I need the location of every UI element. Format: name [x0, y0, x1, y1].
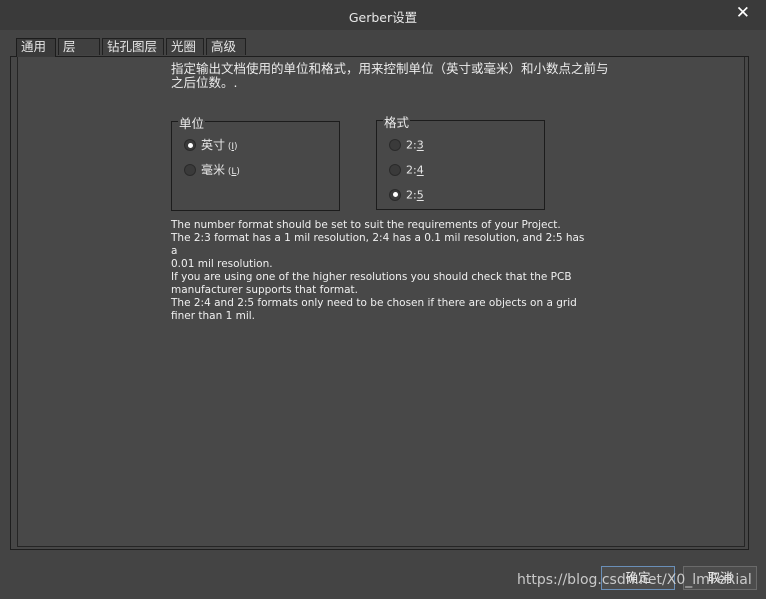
radio-unchecked-icon: [389, 163, 401, 176]
cancel-button[interactable]: 取消: [683, 566, 757, 590]
tab-general[interactable]: 通用: [16, 38, 56, 57]
note-line: finer than 1 mil.: [171, 310, 255, 322]
tab-advanced[interactable]: 高级: [206, 38, 246, 55]
close-icon[interactable]: ✕: [736, 3, 750, 23]
radio-unchecked-icon: [389, 138, 401, 151]
note-line: The 2:4 and 2:5 formats only need to be …: [171, 297, 577, 309]
format-legend: 格式: [383, 112, 411, 131]
note-line: The 2:3 format has a 1 mil resolution, 2…: [171, 232, 588, 257]
radio-format-2-5[interactable]: 2:5: [389, 187, 424, 203]
tab-drill-drawing[interactable]: 钻孔图层: [102, 38, 164, 55]
tab-layers[interactable]: 层: [58, 38, 100, 55]
description-text: 指定输出文档使用的单位和格式，用来控制单位（英寸或毫米）和小数点之前与之后位数。…: [171, 61, 609, 90]
title-bar: Gerber设置 ✕: [0, 0, 766, 30]
format-2-3-prefix: 2:: [406, 138, 417, 152]
radio-unchecked-icon: [184, 164, 196, 176]
format-2-3-accel: 3: [416, 138, 424, 152]
tab-apertures[interactable]: 光圈: [166, 38, 204, 55]
format-2-4-accel: 4: [416, 163, 424, 177]
format-group: 格式 2:3 2:4 2:5: [376, 112, 545, 210]
units-legend: 单位: [178, 113, 206, 132]
millimeters-label: 毫米: [201, 163, 226, 177]
units-group: 单位 英寸 (I) 毫米 (L): [171, 113, 340, 211]
window-title: Gerber设置: [348, 10, 418, 25]
radio-checked-icon: [389, 188, 401, 201]
format-2-5-prefix: 2:: [406, 188, 417, 202]
format-2-5-accel: 5: [416, 188, 424, 202]
radio-checked-icon: [184, 139, 196, 151]
millimeters-accel: L: [231, 167, 237, 177]
radio-millimeters[interactable]: 毫米 (L): [184, 162, 240, 178]
radio-inches[interactable]: 英寸 (I): [184, 137, 238, 153]
radio-format-2-4[interactable]: 2:4: [389, 162, 424, 178]
ok-button[interactable]: 确定: [601, 566, 675, 590]
note-line: The number format should be set to suit …: [171, 219, 561, 231]
note-line: manufacturer supports that format.: [171, 284, 359, 296]
note-line: 0.01 mil resolution.: [171, 258, 273, 270]
radio-format-2-3[interactable]: 2:3: [389, 137, 424, 153]
note-line: If you are using one of the higher resol…: [171, 271, 572, 283]
format-notes: The number format should be set to suit …: [171, 219, 591, 323]
format-2-4-prefix: 2:: [406, 163, 417, 177]
inches-accel: I: [231, 142, 235, 152]
inches-label: 英寸: [201, 138, 226, 152]
